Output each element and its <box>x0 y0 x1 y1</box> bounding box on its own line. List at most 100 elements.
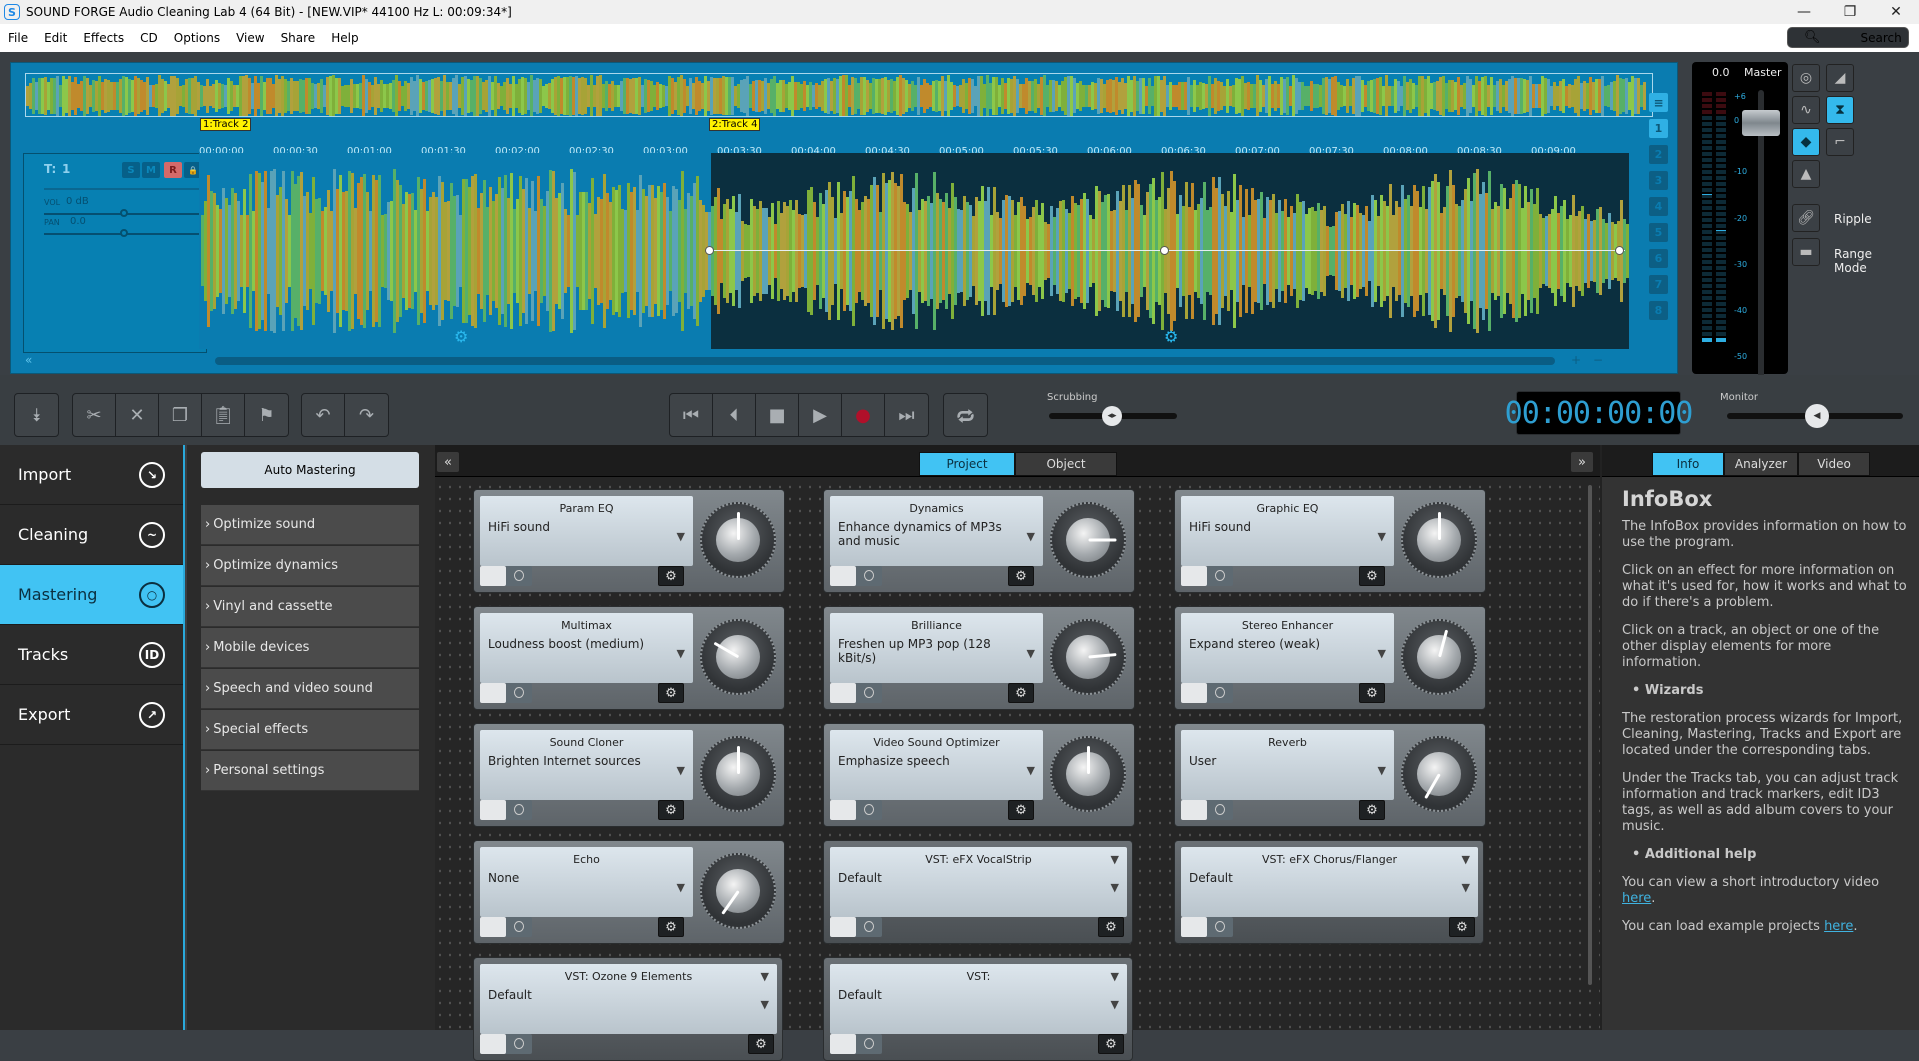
redo-icon[interactable]: ↷ <box>345 394 388 436</box>
effect-power-toggle[interactable] <box>830 566 882 586</box>
effect-amount-knob[interactable] <box>700 853 776 929</box>
preset-category[interactable]: › Optimize sound <box>201 505 419 545</box>
effect-card[interactable]: Brilliance Freshen up MP3 pop (128 kBit/s… <box>823 606 1135 710</box>
effect-power-toggle[interactable] <box>1181 917 1233 937</box>
preset-dropdown-icon[interactable]: ▼ <box>677 530 685 543</box>
effect-settings-gear-icon[interactable]: ⚙ <box>1359 566 1385 586</box>
effect-card[interactable]: Sound Cloner Brighten Internet sources ▼ ⚙ <box>473 723 785 827</box>
effect-preset-display[interactable]: VST: Ozone 9 Elements Default ▼ ▼ <box>480 964 777 1034</box>
collapse-down-icon[interactable]: ⯯ <box>15 394 58 436</box>
intro-video-link[interactable]: here <box>1622 891 1651 906</box>
collapse-left-button[interactable]: « <box>437 452 459 472</box>
effect-settings-gear-icon[interactable]: ⚙ <box>658 566 684 586</box>
track-number-button[interactable]: 5 <box>1649 223 1668 242</box>
track-range-bar[interactable] <box>44 188 202 190</box>
preset-dropdown-icon[interactable]: ▼ <box>677 881 685 894</box>
master-fader-knob[interactable] <box>1742 110 1780 136</box>
close-button[interactable]: ✕ <box>1873 0 1919 24</box>
preset-dropdown-icon[interactable]: ▼ <box>677 647 685 660</box>
effect-card[interactable]: VST: Ozone 9 Elements Default ▼ ▼ ⚙ <box>473 957 783 1061</box>
effect-card[interactable]: VST: Default ▼ ▼ ⚙ <box>823 957 1133 1061</box>
preset-dropdown-icon[interactable]: ▼ <box>677 764 685 777</box>
effect-power-toggle[interactable] <box>1181 683 1233 703</box>
delete-icon[interactable]: ✕ <box>116 394 159 436</box>
volume-envelope-line[interactable] <box>713 250 1625 251</box>
effect-settings-gear-icon[interactable]: ⚙ <box>1359 800 1385 820</box>
nav-item-cleaning[interactable]: Cleaning ~ <box>0 505 183 565</box>
effect-preset-display[interactable]: Graphic EQ HiFi sound ▼ <box>1181 496 1394 566</box>
effect-card[interactable]: Dynamics Enhance dynamics of MP3s and mus… <box>823 489 1135 593</box>
preset-category[interactable]: › Special effects <box>201 710 419 750</box>
effect-preset-display[interactable]: Multimax Loudness boost (medium) ▼ <box>480 613 693 683</box>
stop-icon[interactable]: ■ <box>756 394 799 436</box>
play-icon[interactable]: ▶ <box>799 394 842 436</box>
effect-card[interactable]: Echo None ▼ ⚙ <box>473 840 785 944</box>
menu-help[interactable]: Help <box>323 31 366 45</box>
ripple-link-icon[interactable]: 🔗︎ <box>1792 204 1820 232</box>
next-marker-icon[interactable]: ⏭ <box>885 394 928 436</box>
scrubbing-slider-thumb[interactable]: ◂▸ <box>1102 406 1122 426</box>
track-number-button[interactable]: 2 <box>1649 145 1668 164</box>
effect-settings-gear-icon[interactable]: ⚙ <box>1008 683 1034 703</box>
scroll-left-button[interactable]: « <box>25 353 32 367</box>
preset-category[interactable]: › Speech and video sound <box>201 669 419 709</box>
effect-card[interactable]: VST: eFX VocalStrip Default ▼ ▼ ⚙ <box>823 840 1133 944</box>
plugin-dropdown-icon[interactable]: ▼ <box>1111 970 1119 983</box>
record-arm-button[interactable]: R <box>164 162 182 178</box>
effect-preset-display[interactable]: Reverb User ▼ <box>1181 730 1394 800</box>
minimize-button[interactable]: — <box>1781 0 1827 24</box>
effect-power-toggle[interactable] <box>480 800 532 820</box>
effect-amount-knob[interactable] <box>700 502 776 578</box>
effect-power-toggle[interactable] <box>480 566 532 586</box>
scissors-icon[interactable]: ✂ <box>73 394 116 436</box>
envelope-icon[interactable]: ∿ <box>1792 96 1820 124</box>
nav-item-export[interactable]: Export ↗ <box>0 685 183 745</box>
preset-dropdown-icon[interactable]: ▼ <box>1378 647 1386 660</box>
effect-card[interactable]: Multimax Loudness boost (medium) ▼ ⚙ <box>473 606 785 710</box>
preset-dropdown-icon[interactable]: ▼ <box>1378 764 1386 777</box>
effect-settings-gear-icon[interactable]: ⚙ <box>1008 566 1034 586</box>
effect-power-toggle[interactable] <box>480 1034 532 1054</box>
horizontal-scrollbar[interactable] <box>215 357 1555 365</box>
effect-settings-gear-icon[interactable]: ⚙ <box>658 917 684 937</box>
effect-settings-gear-icon[interactable]: ⚙ <box>1008 800 1034 820</box>
envelope-point[interactable] <box>1160 246 1169 255</box>
zoom-out-button[interactable]: − <box>1593 353 1603 367</box>
object-gear-icon-2[interactable]: ⚙ <box>1164 327 1178 346</box>
track-number-button[interactable]: 8 <box>1649 301 1668 320</box>
solo-button[interactable]: S <box>122 162 140 178</box>
preset-category[interactable]: › Personal settings <box>201 751 419 791</box>
effect-amount-knob[interactable] <box>1401 502 1477 578</box>
effect-preset-display[interactable]: Param EQ HiFi sound ▼ <box>480 496 693 566</box>
effect-amount-knob[interactable] <box>1401 619 1477 695</box>
preset-category[interactable]: › Optimize dynamics <box>201 546 419 586</box>
effects-scrollbar[interactable] <box>1588 485 1592 985</box>
effect-amount-knob[interactable] <box>1050 736 1126 812</box>
preset-category[interactable]: › Vinyl and cassette <box>201 587 419 627</box>
pan-slider-thumb[interactable] <box>120 229 128 237</box>
effect-power-toggle[interactable] <box>480 917 532 937</box>
effect-amount-knob[interactable] <box>1050 619 1126 695</box>
tab-analyzer[interactable]: Analyzer <box>1724 452 1798 476</box>
envelope-point[interactable] <box>1615 246 1624 255</box>
spectral-icon[interactable]: ◆ <box>1792 128 1820 156</box>
plugin-dropdown-icon[interactable]: ▼ <box>761 970 769 983</box>
effect-power-toggle[interactable] <box>830 683 882 703</box>
effect-settings-gear-icon[interactable]: ⚙ <box>1098 917 1124 937</box>
copy-icon[interactable]: ❐ <box>159 394 202 436</box>
track-marker-2[interactable]: 2:Track 4 <box>709 118 761 131</box>
track-waveform[interactable]: ⚙ ⚙ <box>199 153 1629 349</box>
auto-mastering-button[interactable]: Auto Mastering <box>201 452 419 488</box>
effect-preset-display[interactable]: Brilliance Freshen up MP3 pop (128 kBit/s… <box>830 613 1043 683</box>
preset-category[interactable]: › Mobile devices <box>201 628 419 668</box>
nav-item-tracks[interactable]: Tracks ID <box>0 625 183 685</box>
effect-settings-gear-icon[interactable]: ⚙ <box>1098 1034 1124 1054</box>
loop-icon[interactable]: 🔁︎ <box>944 394 987 436</box>
effect-settings-gear-icon[interactable]: ⚙ <box>658 800 684 820</box>
preset-dropdown-icon[interactable]: ▼ <box>761 998 769 1011</box>
menu-effects[interactable]: Effects <box>75 31 132 45</box>
effect-card[interactable]: VST: eFX Chorus/Flanger Default ▼ ▼ ⚙ <box>1174 840 1484 944</box>
track-number-button[interactable]: 3 <box>1649 171 1668 190</box>
effect-power-toggle[interactable] <box>830 917 882 937</box>
plugin-dropdown-icon[interactable]: ▼ <box>1111 853 1119 866</box>
